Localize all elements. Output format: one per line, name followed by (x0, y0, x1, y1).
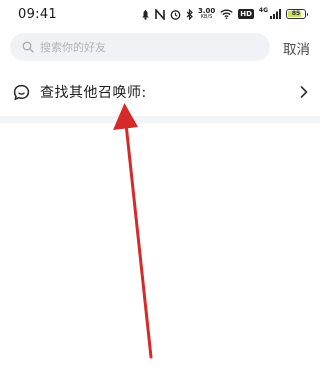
search-icon (22, 41, 34, 53)
battery-icon: 85 (286, 9, 308, 19)
search-bar-row: 取消 (0, 30, 320, 64)
wifi-icon (220, 9, 233, 19)
section-divider (0, 116, 320, 123)
chat-bubble-icon (13, 84, 30, 100)
network-speed: 3.00 KB/S (198, 8, 215, 21)
battery-percent: 85 (291, 10, 301, 17)
search-input[interactable] (40, 40, 240, 54)
network-speed-unit: KB/S (200, 14, 213, 20)
signal-icon (270, 9, 281, 19)
chevron-right-icon (300, 86, 308, 98)
nfc-icon (155, 8, 165, 20)
status-icons: 3.00 KB/S HD 4G 85 (141, 6, 308, 21)
friend-search-screen: 09:41 3.00 KB/S HD 4G 85 搜索你的好友 取消 查找其他召… (0, 0, 320, 390)
mute-icon (141, 9, 149, 20)
hd-badge: HD (238, 9, 254, 19)
status-time: 09:41 (18, 7, 57, 22)
signal-type-label: 4G (258, 6, 268, 14)
alarm-icon (170, 9, 181, 20)
search-box[interactable] (10, 33, 270, 61)
bluetooth-icon (186, 8, 193, 20)
status-bar: 09:41 3.00 KB/S HD 4G 85 (0, 0, 320, 30)
find-other-summoners-row[interactable]: 查找其他召唤师: (0, 72, 320, 112)
cancel-button[interactable]: 取消 (283, 38, 310, 58)
find-other-summoners-label: 查找其他召唤师: (40, 85, 147, 101)
